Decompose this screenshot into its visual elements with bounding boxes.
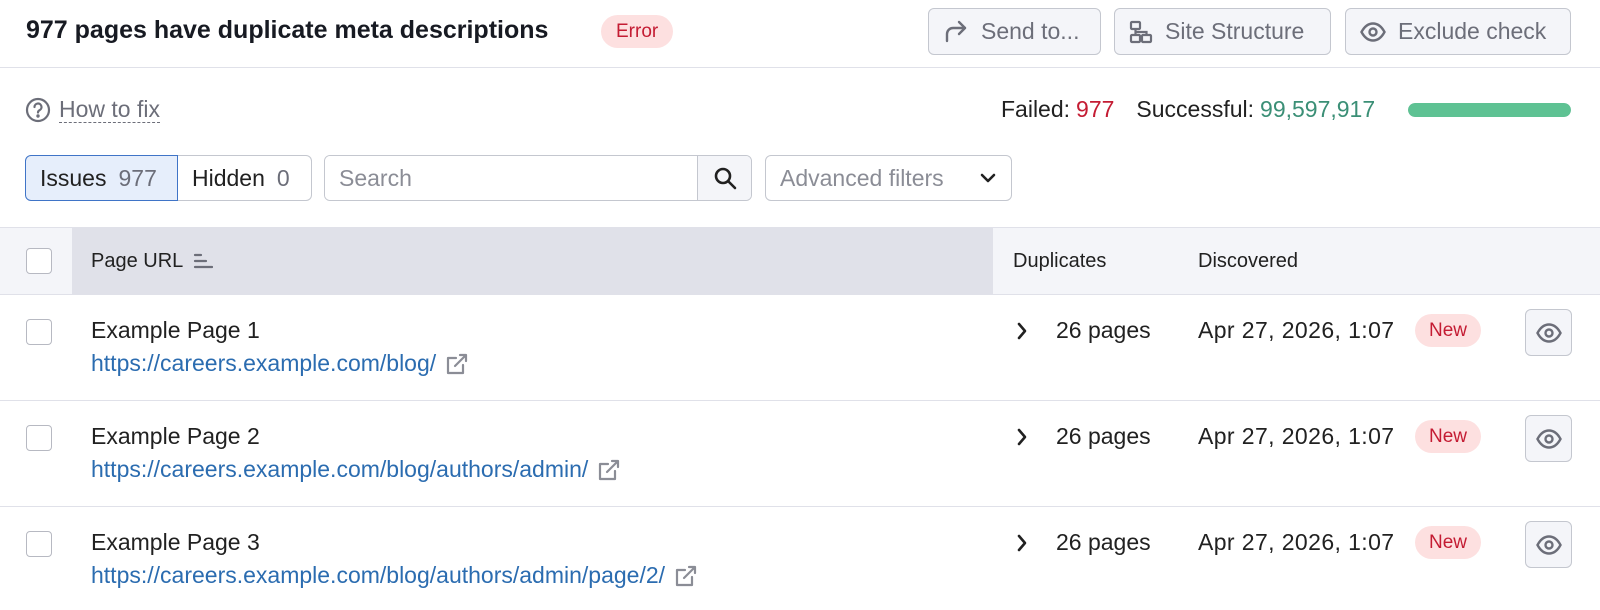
site-structure-button[interactable]: Site Structure [1114, 8, 1331, 55]
how-to-fix-label: How to fix [59, 96, 160, 123]
share-arrow-icon [945, 20, 967, 42]
external-link-icon[interactable] [597, 458, 621, 482]
page-name: Example Page 3 [91, 529, 260, 555]
row-checkbox[interactable] [26, 319, 52, 345]
chevron-down-icon [980, 173, 996, 183]
tab-hidden-count: 0 [276, 164, 290, 191]
hide-row-button[interactable] [1525, 521, 1572, 568]
table-row: Example Page 1 https://careers.example.c… [0, 295, 1600, 401]
failed-label: Failed: [1001, 96, 1071, 122]
page-link: https://careers.example.com/blog/authors… [91, 562, 698, 589]
row-checkbox[interactable] [26, 531, 52, 557]
successful-label: Successful: [1136, 96, 1255, 122]
select-all-checkbox[interactable] [26, 248, 52, 274]
send-to-button[interactable]: Send to... [928, 8, 1101, 55]
table-header: Page URL Duplicates Discovered [0, 227, 1600, 295]
new-badge: New [1415, 420, 1482, 453]
search-icon [714, 167, 736, 190]
tab-hidden-label: Hidden [192, 164, 265, 191]
page-url-link[interactable]: https://careers.example.com/blog/authors… [91, 562, 665, 589]
external-link-icon[interactable] [674, 564, 698, 588]
search-box [324, 155, 752, 201]
eye-icon [1535, 534, 1562, 555]
column-discovered: Discovered [1198, 249, 1299, 272]
search-input[interactable] [325, 156, 697, 200]
tab-issues[interactable]: Issues 977 [25, 155, 178, 201]
new-badge: New [1415, 314, 1482, 347]
tab-issues-count: 977 [118, 164, 157, 191]
successful-count: 99,597,917 [1260, 96, 1376, 122]
question-circle-icon [25, 97, 51, 122]
discovered-date: Apr 27, 2026, 1:07 [1198, 317, 1395, 343]
duplicates-count[interactable]: 26 pages [1056, 423, 1151, 450]
search-button[interactable] [697, 156, 751, 200]
table-row: Example Page 3 https://careers.example.c… [0, 507, 1600, 610]
site-structure-label: Site Structure [1165, 18, 1305, 44]
column-page-url[interactable]: Page URL [72, 228, 993, 294]
row-checkbox[interactable] [26, 425, 52, 451]
check-stats: Failed: 977 Successful: 99,597,917 [1001, 96, 1375, 123]
success-progress-bar [1408, 103, 1571, 117]
new-badge: New [1415, 526, 1482, 559]
page-name: Example Page 1 [91, 317, 260, 343]
page-url-link[interactable]: https://careers.example.com/blog/authors… [91, 456, 588, 483]
page-title: 977 pages have duplicate meta descriptio… [26, 16, 549, 44]
send-to-label: Send to... [981, 18, 1080, 44]
exclude-check-button[interactable]: Exclude check [1345, 8, 1571, 55]
how-to-fix-link[interactable]: How to fix [25, 96, 160, 123]
issue-header: 977 pages have duplicate meta descriptio… [0, 0, 1600, 68]
error-badge: Error [601, 15, 674, 48]
page-link: https://careers.example.com/blog/ [91, 350, 469, 377]
chevron-right-icon[interactable] [1015, 321, 1029, 341]
discovered-date: Apr 27, 2026, 1:07 [1198, 423, 1395, 449]
success-progress-fill [1408, 103, 1571, 117]
external-link-icon[interactable] [445, 352, 469, 376]
issues-hidden-toggle: Issues 977 Hidden 0 [25, 155, 312, 201]
tab-issues-label: Issues [40, 164, 107, 191]
advanced-filters-dropdown[interactable]: Advanced filters [765, 155, 1012, 201]
duplicates-count[interactable]: 26 pages [1056, 317, 1151, 344]
hide-row-button[interactable] [1525, 309, 1572, 356]
page-name: Example Page 2 [91, 423, 260, 449]
chevron-right-icon[interactable] [1015, 533, 1029, 553]
eye-icon [1360, 21, 1386, 42]
column-page-url-label: Page URL [91, 249, 184, 272]
duplicates-count[interactable]: 26 pages [1056, 529, 1151, 556]
eye-icon [1535, 322, 1562, 343]
advanced-filters-label: Advanced filters [780, 164, 944, 191]
exclude-check-label: Exclude check [1398, 18, 1547, 44]
eye-icon [1535, 428, 1562, 449]
page-link: https://careers.example.com/blog/authors… [91, 456, 621, 483]
chevron-right-icon[interactable] [1015, 427, 1029, 447]
table-row: Example Page 2 https://careers.example.c… [0, 401, 1600, 507]
sort-icon [194, 253, 214, 269]
tab-hidden[interactable]: Hidden 0 [178, 155, 312, 201]
failed-count: 977 [1076, 96, 1115, 122]
sitemap-icon [1129, 20, 1153, 43]
discovered-date: Apr 27, 2026, 1:07 [1198, 529, 1395, 555]
column-duplicates: Duplicates [1013, 249, 1107, 272]
page-url-link[interactable]: https://careers.example.com/blog/ [91, 350, 436, 377]
hide-row-button[interactable] [1525, 415, 1572, 462]
